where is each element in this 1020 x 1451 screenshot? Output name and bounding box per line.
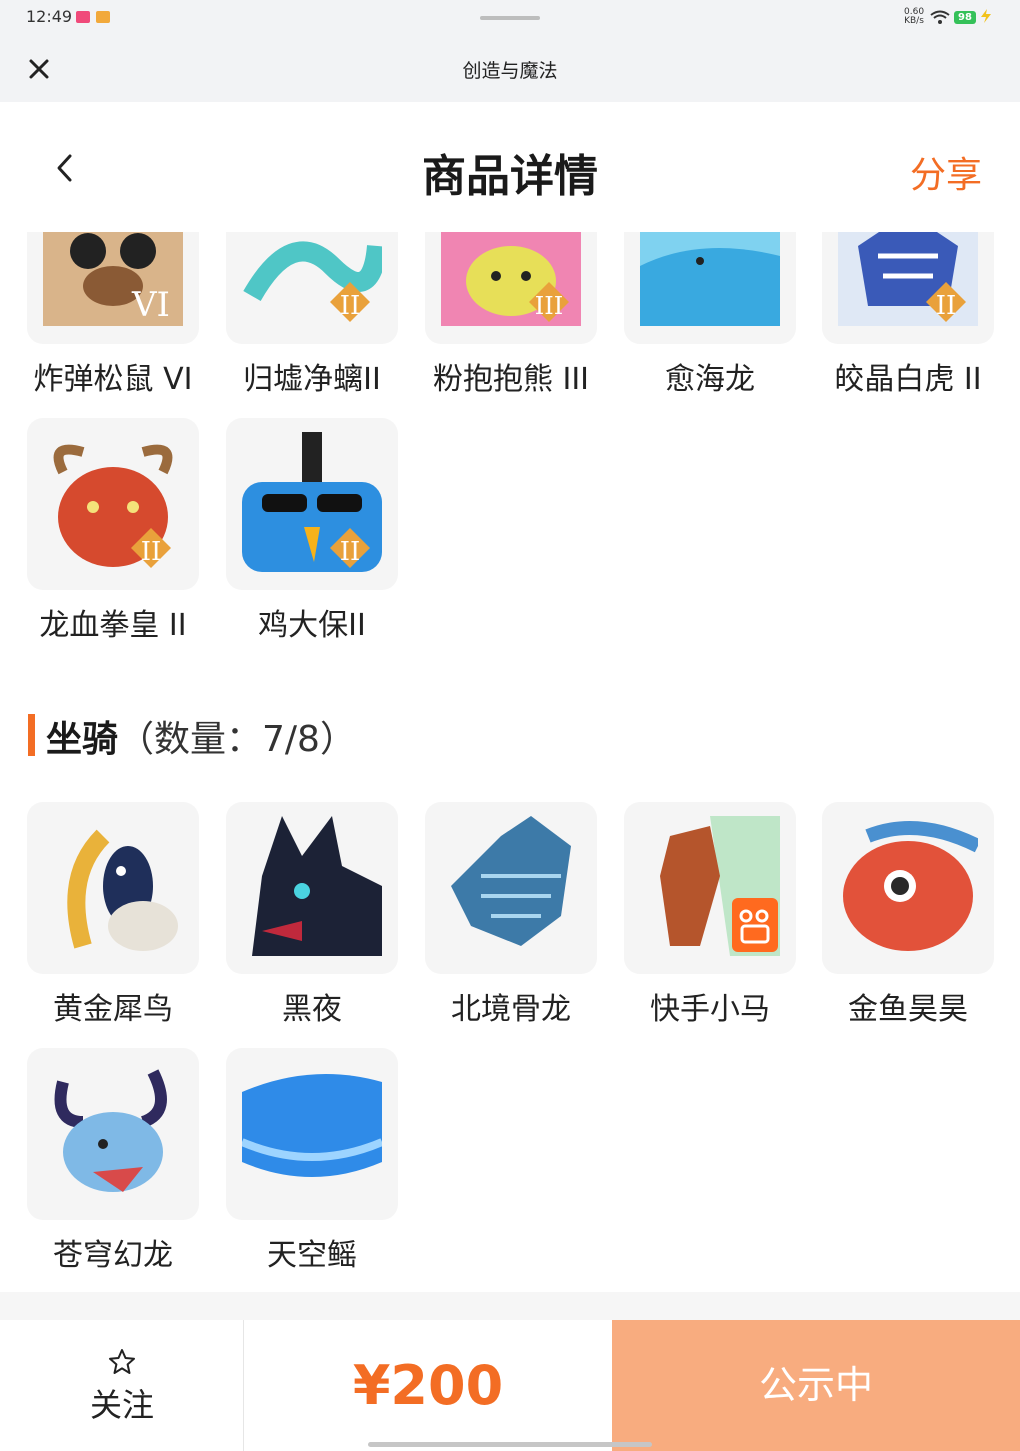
mount-name: 黄金犀鸟 (53, 992, 173, 1027)
public-notice-button[interactable]: 公示中 (612, 1320, 1020, 1451)
mount-thumbnail (624, 802, 796, 974)
section-heading: 坐骑 (46, 719, 119, 760)
svg-text:III: III (535, 292, 563, 320)
pet-thumbnail: II (226, 232, 398, 344)
sea-dragon-image (640, 232, 780, 326)
pet-thumbnail: VI (27, 232, 199, 344)
svg-text:II: II (340, 537, 361, 567)
bone-dragon-image (441, 816, 581, 956)
mount-thumbnail (425, 802, 597, 974)
app-notification-icon (76, 11, 90, 23)
pet-name: 炸弹松鼠 VI (33, 362, 193, 397)
night-image (242, 816, 382, 956)
ox-image: II (43, 432, 183, 572)
mount-item[interactable]: 金鱼昊昊 (822, 802, 994, 1028)
wifi-icon (930, 10, 950, 24)
svg-text:II: II (141, 537, 162, 567)
svg-text:VI: VI (131, 285, 170, 325)
status-time: 12:49 (26, 7, 73, 26)
sky-ray-image (242, 1062, 382, 1202)
mount-item[interactable]: 天空鳐 (226, 1048, 398, 1274)
mount-thumbnail (226, 802, 398, 974)
pet-name: 粉抱抱熊 III (432, 362, 590, 397)
mount-name: 苍穹幻龙 (53, 1238, 173, 1273)
pet-thumbnail: II (27, 418, 199, 590)
sky-dragon-image (43, 1062, 183, 1202)
bottom-action-bar: 关注 ¥200 公示中 (0, 1320, 1020, 1451)
mount-item[interactable]: 北境骨龙 (425, 802, 597, 1028)
hornbill-image (43, 816, 183, 956)
pet-item[interactable]: II 归墟净螭II (226, 232, 398, 398)
mount-name: 北境骨龙 (451, 992, 571, 1027)
home-indicator[interactable] (368, 1442, 652, 1447)
goldfish-image (838, 816, 978, 956)
mount-name: 金鱼昊昊 (848, 992, 968, 1027)
share-button[interactable]: 分享 (910, 146, 982, 198)
follow-button[interactable]: 关注 (0, 1320, 244, 1451)
status-bar: 12:49 0.60 KB/s 98 (0, 0, 1020, 36)
svg-text:II: II (936, 291, 957, 321)
network-speed: 0.60 KB/s (904, 7, 925, 26)
battery-indicator: 98 (954, 11, 976, 24)
pet-name: 鸡大保II (258, 608, 366, 643)
nav-bar: 商品详情 分享 (0, 102, 1020, 232)
pet-item[interactable]: III 粉抱抱熊 III (425, 232, 597, 398)
charging-icon (981, 9, 991, 23)
pet-name: 龙血拳皇 II (39, 608, 187, 643)
app-notification-icon (96, 11, 110, 23)
drag-handle[interactable] (480, 16, 540, 20)
chick-image: II (242, 432, 382, 572)
content-scroll-area[interactable]: VI 炸弹松鼠 VI II 归墟净螭II III 粉抱抱熊 III 愈海龙 II… (0, 232, 1020, 1292)
pet-item[interactable]: II 皎晶白虎 II (822, 232, 994, 398)
section-count: （数量：7/8） (118, 719, 356, 760)
pet-item[interactable]: II 龙血拳皇 II (27, 418, 199, 644)
pet-item[interactable]: II 鸡大保II (226, 418, 398, 644)
pet-thumbnail: II (226, 418, 398, 590)
mount-item[interactable]: 黄金犀鸟 (27, 802, 199, 1028)
mount-item[interactable]: 黑夜 (226, 802, 398, 1028)
mount-thumbnail (822, 802, 994, 974)
mount-name: 天空鳐 (267, 1238, 357, 1273)
pet-item[interactable]: 愈海龙 (624, 232, 796, 398)
mount-thumbnail (27, 1048, 199, 1220)
price-label: ¥200 (352, 1354, 504, 1417)
mount-name: 快手小马 (650, 992, 770, 1027)
bear-image: III (441, 232, 581, 326)
horse-image (640, 816, 780, 956)
pet-thumbnail: II (822, 232, 994, 344)
svg-text:II: II (340, 291, 361, 321)
mount-thumbnail (27, 802, 199, 974)
pet-name: 愈海龙 (665, 362, 755, 397)
squirrel-image: VI (43, 232, 183, 326)
mount-name: 黑夜 (282, 992, 342, 1027)
bottom-divider (0, 1292, 1020, 1320)
serpent-image: II (242, 232, 382, 326)
pet-thumbnail: III (425, 232, 597, 344)
pet-name: 归墟净螭II (243, 362, 381, 397)
pet-item[interactable]: VI 炸弹松鼠 VI (27, 232, 199, 398)
mini-program-header: 创造与魔法 (0, 36, 1020, 102)
mount-item[interactable]: 苍穹幻龙 (27, 1048, 199, 1274)
mount-thumbnail (226, 1048, 398, 1220)
pet-thumbnail (624, 232, 796, 344)
mount-item[interactable]: 快手小马 (624, 802, 796, 1028)
page-title: 商品详情 (422, 151, 598, 202)
star-icon (109, 1349, 135, 1374)
tiger-image: II (838, 232, 978, 326)
section-accent-bar (28, 714, 35, 756)
pet-name: 皎晶白虎 II (834, 362, 982, 397)
follow-label: 关注 (89, 1386, 154, 1424)
mini-program-title: 创造与魔法 (462, 60, 558, 82)
